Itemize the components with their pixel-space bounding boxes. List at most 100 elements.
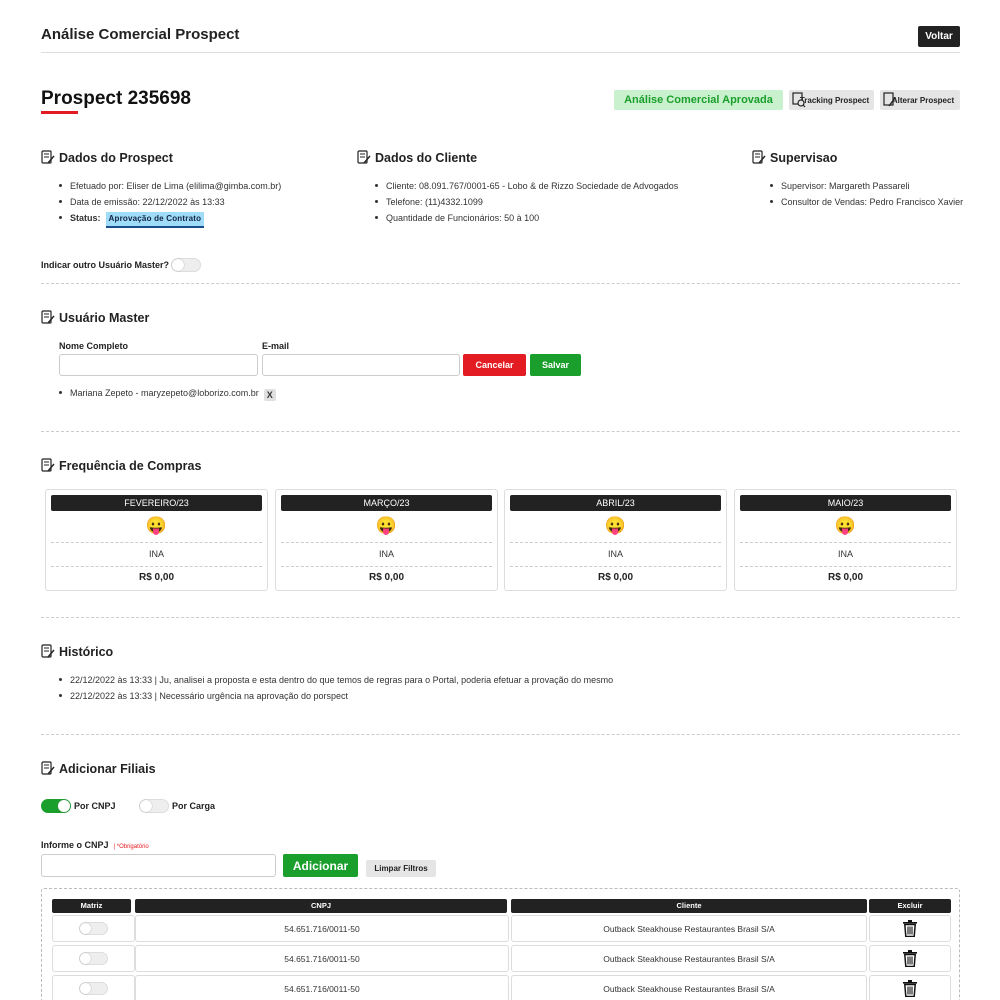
cnpj-input[interactable] <box>41 854 276 877</box>
month-name: FEVEREIRO/23 <box>51 495 262 511</box>
month-name: MAIO/23 <box>740 495 951 511</box>
por-cnpj-toggle[interactable] <box>41 799 71 813</box>
frequencia-heading: Frequência de Compras <box>41 458 201 473</box>
dados-cliente-heading: Dados do Cliente <box>357 150 477 165</box>
cliente-info-list: Cliente: 08.091.767/0001-65 - Lobo & de … <box>375 180 678 228</box>
document-edit-icon <box>41 644 55 658</box>
section-title: Dados do Cliente <box>375 150 478 165</box>
cancel-button[interactable]: Cancelar <box>463 354 526 376</box>
master-entry: Mariana Zepeto - maryzepeto@loborizo.com… <box>70 388 259 398</box>
month-value: R$ 0,00 <box>827 572 864 583</box>
trash-icon[interactable] <box>903 980 917 997</box>
divider <box>41 617 960 618</box>
month-value: R$ 0,00 <box>597 572 634 583</box>
table-cell-matriz <box>52 945 135 972</box>
list-item: Mariana Zepeto - maryzepeto@loborizo.com… <box>59 387 276 403</box>
matriz-toggle[interactable] <box>79 952 108 965</box>
table-cell-matriz <box>52 915 135 942</box>
month-card: FEVEREIRO/23 😛 INA R$ 0,00 <box>45 489 268 591</box>
tongue-emoji-icon: 😛 <box>375 516 398 535</box>
alterar-prospect-button[interactable]: Alterar Prospect <box>880 90 960 110</box>
prospect-info-list: Efetuado por: Eliser de Lima (elilima@gi… <box>59 180 281 228</box>
required-note: | *Obrigatório <box>113 844 149 850</box>
month-name: MARÇO/23 <box>281 495 492 511</box>
cnpj-label-text: Informe o CNPJ <box>41 840 109 850</box>
section-title: Adicionar Filiais <box>59 761 156 776</box>
month-card: ABRIL/23 😛 INA R$ 0,00 <box>504 489 727 591</box>
month-name: ABRIL/23 <box>510 495 721 511</box>
table-cell-excluir <box>869 915 951 942</box>
master-toggle[interactable] <box>171 258 201 272</box>
month-card: MAIO/23 😛 INA R$ 0,00 <box>734 489 957 591</box>
cnpj-label: Informe o CNPJ | *Obrigatório <box>41 840 149 850</box>
month-status: INA <box>148 549 164 559</box>
matriz-toggle[interactable] <box>79 982 108 995</box>
supervisao-heading: Supervisao <box>752 150 837 165</box>
list-item: Efetuado por: Eliser de Lima (elilima@gi… <box>59 180 281 196</box>
list-item: Telefone: (11)4332.1099 <box>375 196 678 212</box>
table-cell-cnpj: 54.651.716/0011-50 <box>135 915 509 942</box>
month-status: INA <box>607 549 623 559</box>
month-card: MARÇO/23 😛 INA R$ 0,00 <box>275 489 498 591</box>
list-item: Cliente: 08.091.767/0001-65 - Lobo & de … <box>375 180 678 196</box>
document-edit-icon <box>41 761 55 775</box>
email-field[interactable] <box>262 354 460 376</box>
master-toggle-label: Indicar outro Usuário Master? <box>41 260 170 270</box>
tongue-emoji-icon: 😛 <box>145 516 168 535</box>
app-title: Análise Comercial Prospect <box>41 26 240 43</box>
back-button[interactable]: Voltar <box>918 26 960 47</box>
page-title: Prospect 235698 <box>41 88 191 109</box>
nome-label: Nome Completo <box>59 341 129 351</box>
section-title: Usuário Master <box>59 310 150 325</box>
document-edit-icon <box>41 150 55 164</box>
table-cell-cliente: Outback Steakhouse Restaurantes Brasil S… <box>511 945 867 972</box>
status-badge: Análise Comercial Aprovada <box>614 90 783 110</box>
matriz-toggle[interactable] <box>79 922 108 935</box>
list-item: 22/12/2022 às 13:33 | Ju, analisei a pro… <box>59 674 613 690</box>
tracking-label: Tracking Prospect <box>799 95 870 105</box>
email-label: E-mail <box>262 341 290 351</box>
tongue-emoji-icon: 😛 <box>604 516 627 535</box>
divider <box>41 283 960 284</box>
master-users-list: Mariana Zepeto - maryzepeto@loborizo.com… <box>59 387 276 403</box>
month-value: R$ 0,00 <box>138 572 175 583</box>
table-cell-excluir <box>869 945 951 972</box>
divider <box>41 431 960 432</box>
section-title: Dados do Prospect <box>59 150 173 165</box>
list-item: 22/12/2022 às 13:33 | Necessário urgênci… <box>59 690 613 706</box>
nome-input[interactable] <box>59 354 258 376</box>
por-carga-toggle[interactable] <box>139 799 169 813</box>
filiais-heading: Adicionar Filiais <box>41 761 156 776</box>
list-item: Consultor de Vendas: Pedro Francisco Xav… <box>770 196 963 212</box>
trash-icon[interactable] <box>903 950 917 967</box>
column-header-cliente: Cliente <box>511 899 867 913</box>
column-header-cnpj: CNPJ <box>135 899 507 913</box>
por-cnpj-label: Por CNPJ <box>74 801 116 811</box>
document-edit-icon <box>357 150 371 164</box>
alterar-label: Alterar Prospect <box>891 95 955 105</box>
clear-filters-button[interactable]: Limpar Filtros <box>366 860 436 877</box>
divider <box>41 734 960 735</box>
list-item: Quantidade de Funcionários: 50 à 100 <box>375 212 678 228</box>
tracking-icon <box>792 92 806 108</box>
contract-status-badge: Aprovação de Contrato <box>105 212 205 228</box>
month-status: INA <box>837 549 853 559</box>
save-button[interactable]: Salvar <box>530 354 581 376</box>
trash-icon[interactable] <box>903 920 917 937</box>
supervisao-info-list: Supervisor: Margareth Passareli Consulto… <box>770 180 963 212</box>
section-title: Frequência de Compras <box>59 458 202 473</box>
list-item: Status: Aprovação de Contrato <box>59 212 281 228</box>
add-filial-button[interactable]: Adicionar <box>283 854 358 877</box>
document-edit-icon <box>41 458 55 472</box>
tongue-emoji-icon: 😛 <box>834 516 857 535</box>
por-carga-label: Por Carga <box>172 801 216 811</box>
remove-button[interactable]: X <box>263 389 276 401</box>
table-cell-excluir <box>869 975 951 1000</box>
tracking-prospect-button[interactable]: Tracking Prospect <box>789 90 874 110</box>
filiais-table: Matriz CNPJ Cliente Excluir 54.651.716/0… <box>41 888 960 1000</box>
section-title: Supervisao <box>770 150 838 165</box>
historico-heading: Histórico <box>41 644 113 659</box>
historico-list: 22/12/2022 às 13:33 | Ju, analisei a pro… <box>59 674 613 706</box>
month-value: R$ 0,00 <box>368 572 405 583</box>
usuario-master-heading: Usuário Master <box>41 310 149 325</box>
